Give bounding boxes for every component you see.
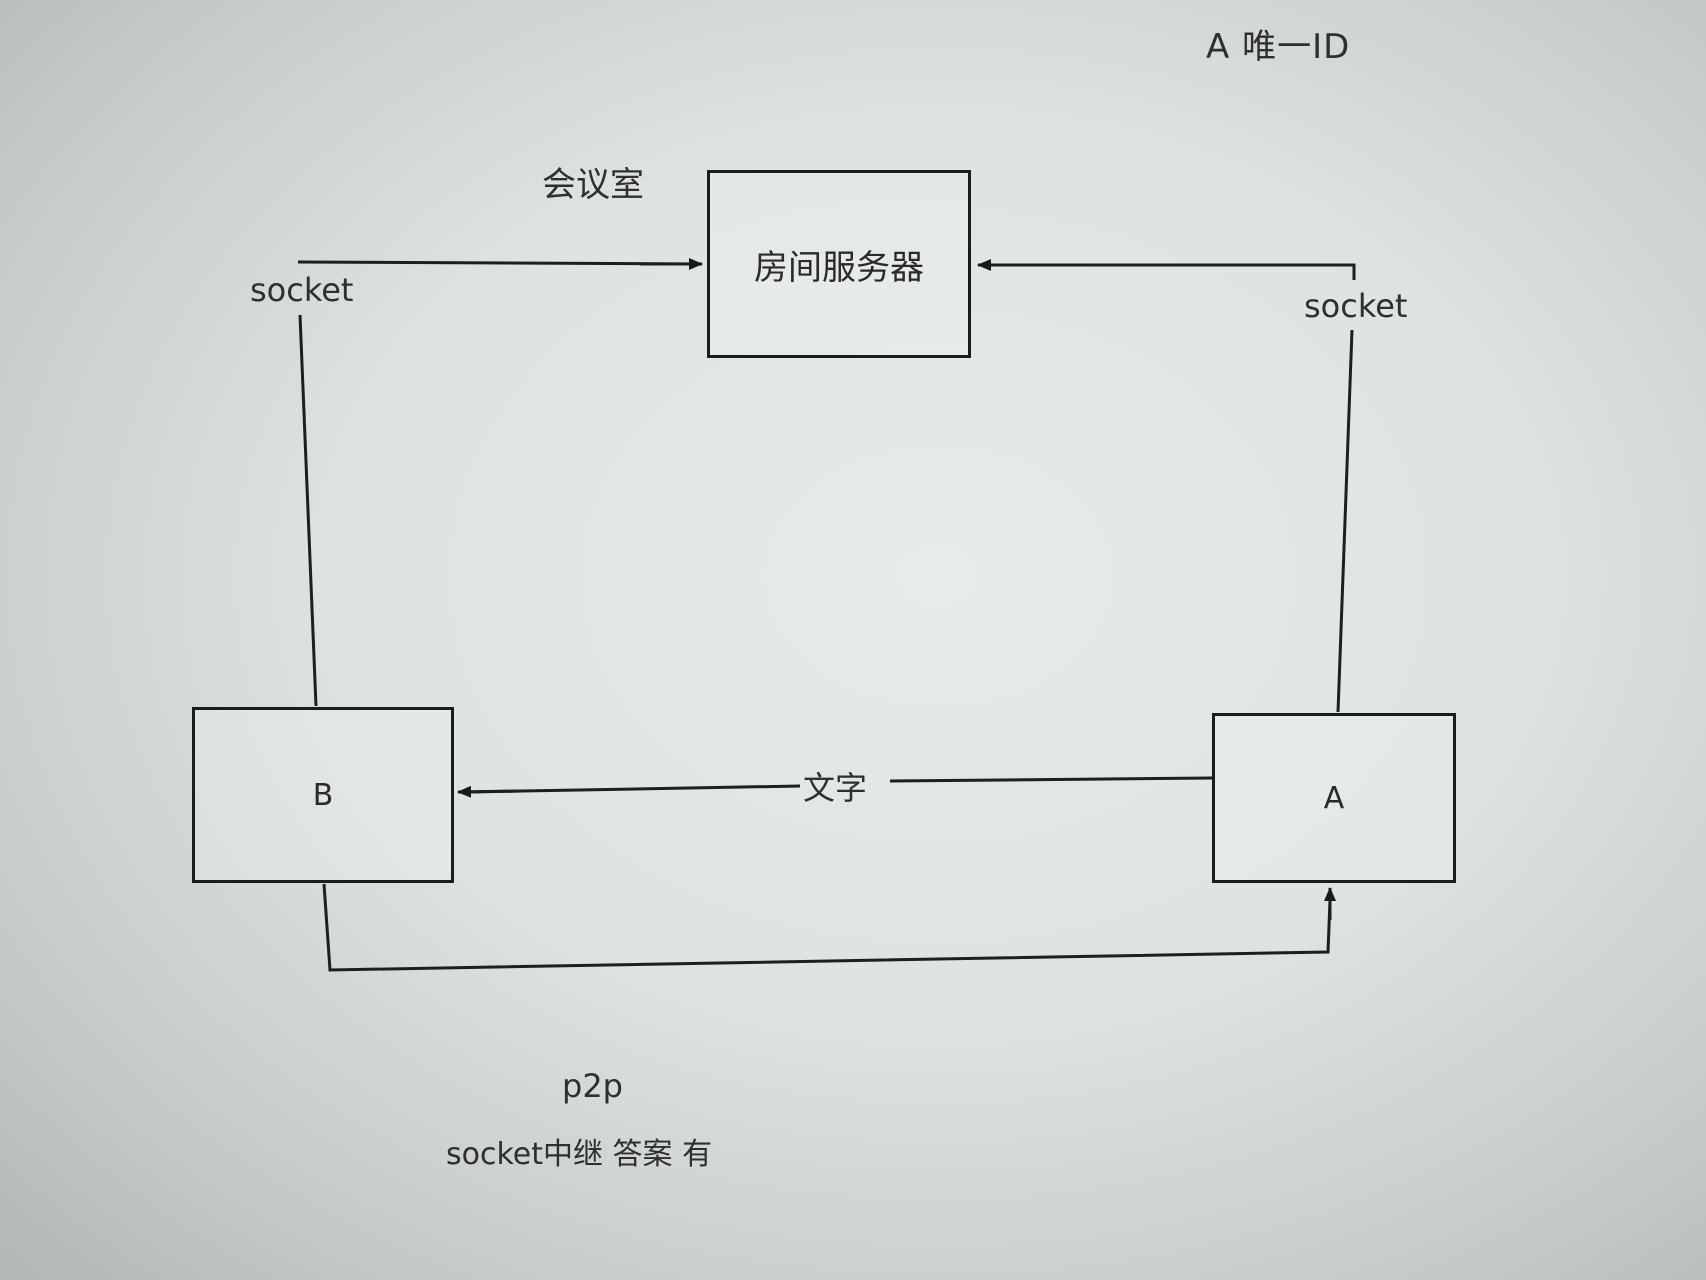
socket-relay-note: socket中继 答案 有 — [446, 1137, 713, 1172]
edge-b-to-a-bottom — [322, 883, 1332, 972]
edge-a-to-server — [990, 263, 1356, 713]
socket-label-left: socket — [250, 271, 354, 309]
room-server-label: 房间服务器 — [754, 247, 924, 288]
meeting-room-label: 会议室 — [542, 165, 644, 205]
client-b-label: B — [312, 777, 334, 813]
unique-id-note: A 唯一ID — [1206, 27, 1351, 67]
client-a-node: A — [1212, 713, 1456, 883]
edge-a-to-b-arrow — [457, 785, 521, 798]
p2p-note: p2p — [562, 1067, 623, 1105]
edge-b-to-server — [297, 260, 703, 707]
client-b-node: B — [192, 707, 454, 883]
client-a-label: A — [1323, 780, 1345, 816]
text-edge-label: 文字 — [803, 769, 868, 807]
socket-label-right: socket — [1304, 287, 1408, 325]
room-server-node: 房间服务器 — [707, 170, 971, 358]
